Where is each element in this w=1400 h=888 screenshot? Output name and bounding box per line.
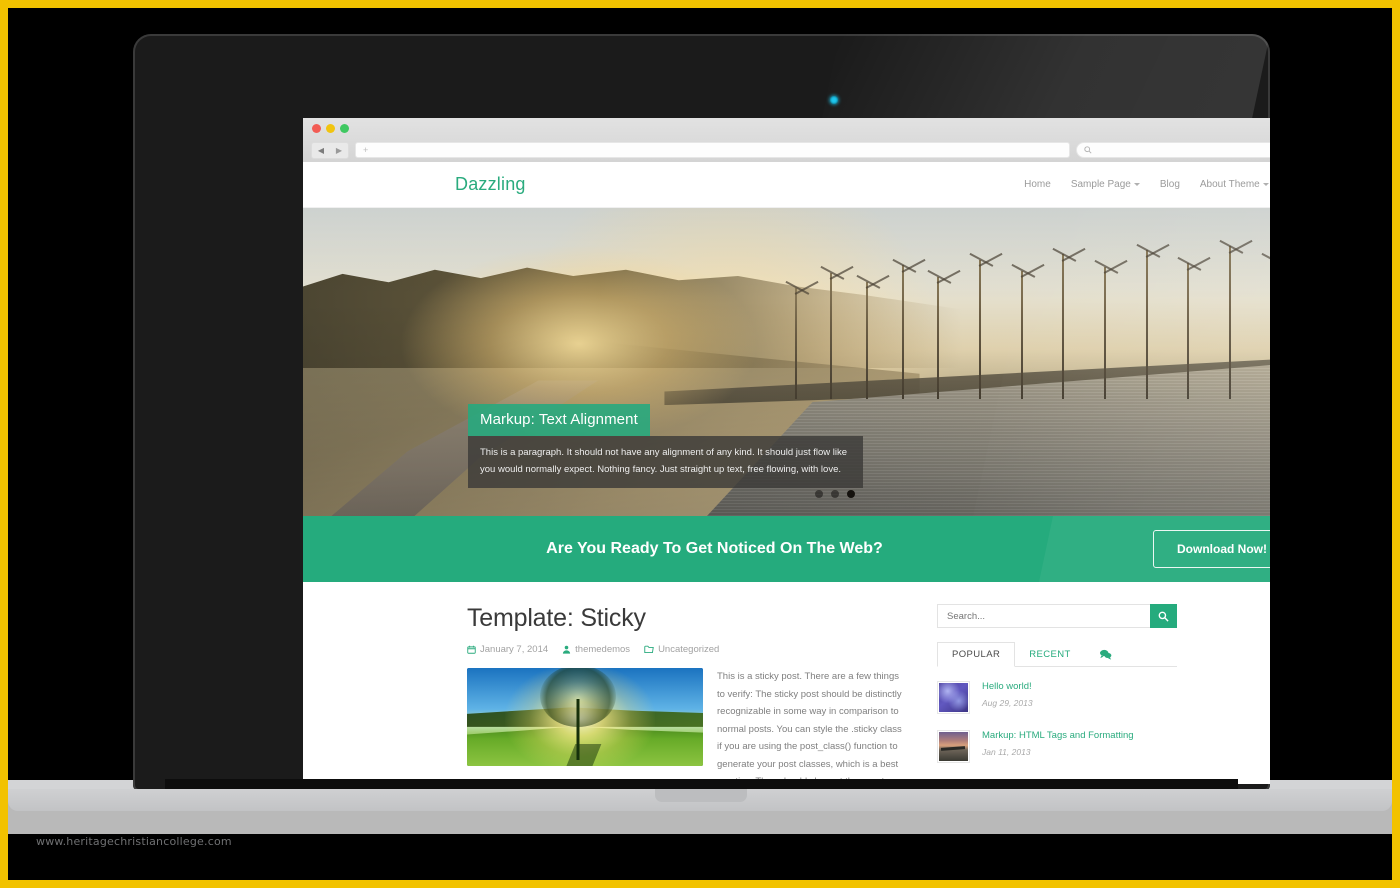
tab-popular[interactable]: POPULAR [937, 642, 1016, 667]
list-item-date: Jan 11, 2013 [982, 747, 1031, 758]
back-arrow-icon[interactable]: ◀ [312, 143, 330, 158]
slide-description: This is a paragraph. It should not have … [468, 436, 863, 489]
post-meta: January 7, 2014 themedemos Uncategorized [467, 644, 909, 655]
post-category: Uncategorized [644, 644, 719, 655]
laptop-notch [655, 789, 747, 802]
browser-chrome: ◀ ▶ + [303, 118, 1270, 162]
slider-dot-1[interactable] [814, 490, 823, 498]
download-now-button[interactable]: Download Now! [1153, 530, 1270, 568]
list-item-date: Aug 29, 2013 [982, 698, 1033, 709]
post-date-label: January 7, 2014 [480, 644, 549, 655]
nav-buttons[interactable]: ◀ ▶ [311, 141, 349, 159]
nav-label: Home [1024, 179, 1051, 190]
slider-dot-2[interactable] [830, 490, 839, 498]
site-header: Dazzling Home Sample Page Blog About The… [303, 162, 1270, 208]
list-item-meta: Hello world! Aug 29, 2013 [982, 681, 1177, 714]
nav-label: About Theme [1199, 179, 1260, 190]
sunset-plane-thumb [939, 732, 968, 761]
browser-search-input[interactable] [1076, 142, 1270, 158]
maximize-button[interactable] [340, 124, 349, 133]
post-thumbnail[interactable] [937, 730, 970, 763]
post-date: January 7, 2014 [467, 644, 548, 655]
window-controls[interactable] [312, 124, 349, 133]
url-value: + [363, 145, 369, 155]
slide-title[interactable]: Markup: Text Alignment [468, 404, 650, 436]
sidebar-tabs: POPULAR RECENT [937, 642, 1177, 667]
webcam-icon [830, 96, 838, 104]
list-item[interactable]: Markup: HTML Tags and Formatting Jan 11,… [937, 730, 1177, 763]
list-item[interactable]: Hello world! Aug 29, 2013 [937, 681, 1177, 714]
minimize-button[interactable] [326, 124, 335, 133]
comments-icon [1099, 649, 1112, 660]
hero-slider[interactable]: Markup: Text Alignment This is a paragra… [303, 208, 1270, 516]
post-thumbnail[interactable] [937, 681, 970, 714]
main-navigation: Home Sample Page Blog About Theme Level … [1024, 179, 1270, 190]
purple-abstract-thumb [939, 683, 968, 712]
nav-label: Blog [1159, 179, 1180, 190]
nav-item-about-theme[interactable]: About Theme [1200, 179, 1269, 190]
main-column: Template: Sticky January 7, 2014 themede… [339, 604, 909, 784]
slide-caption: Markup: Text Alignment This is a paragra… [468, 404, 863, 489]
browser-toolbar: ◀ ▶ + [303, 138, 1270, 162]
cta-banner: Are You Ready To Get Noticed On The Web?… [303, 516, 1270, 582]
user-icon [562, 645, 571, 654]
cta-headline: Are You Ready To Get Noticed On The Web? [546, 540, 883, 557]
post-category-label[interactable]: Uncategorized [658, 644, 719, 655]
post-excerpt: This is a sticky post. There are a few t… [717, 671, 902, 784]
sidebar: POPULAR RECENT [937, 604, 1177, 784]
post-featured-image[interactable] [467, 668, 703, 766]
tab-comments[interactable] [1085, 642, 1126, 666]
list-item-meta: Markup: HTML Tags and Formatting Jan 11,… [982, 730, 1177, 763]
tab-recent[interactable]: RECENT [1015, 642, 1084, 666]
close-button[interactable] [312, 124, 321, 133]
sidebar-search [937, 604, 1177, 628]
slider-dot-3[interactable] [846, 490, 855, 498]
hero-trees [771, 208, 1270, 399]
nav-item-home[interactable]: Home [1024, 179, 1051, 190]
site-logo[interactable]: Dazzling [455, 174, 526, 195]
folder-icon [644, 645, 654, 654]
calendar-icon [467, 645, 476, 654]
forward-arrow-icon[interactable]: ▶ [330, 143, 348, 158]
page-title: Template: Sticky [467, 604, 646, 632]
chevron-down-icon [1133, 183, 1140, 186]
watermark: www.heritagechristiancollege.com [36, 835, 232, 848]
nav-label: Sample Page [1070, 179, 1131, 190]
content-area: Template: Sticky January 7, 2014 themede… [303, 582, 1270, 784]
list-item-title[interactable]: Hello world! [982, 681, 1177, 693]
search-button[interactable] [1150, 604, 1177, 628]
browser-window: ◀ ▶ + Dazzling Home Sample Page Blog Abo… [303, 118, 1270, 784]
url-input[interactable]: + [355, 142, 1070, 158]
sidebar-post-list: Hello world! Aug 29, 2013 Markup: HTML T… [937, 681, 1177, 763]
post-author: themedemos [562, 644, 630, 655]
search-icon [1158, 611, 1169, 622]
nav-item-sample-page[interactable]: Sample Page [1071, 179, 1140, 190]
slider-pagination[interactable] [814, 490, 855, 498]
search-input[interactable] [937, 604, 1150, 628]
chevron-down-icon [1262, 183, 1269, 186]
nav-item-blog[interactable]: Blog [1160, 179, 1180, 190]
laptop-lid: ◀ ▶ + Dazzling Home Sample Page Blog Abo… [133, 34, 1270, 791]
list-item-title[interactable]: Markup: HTML Tags and Formatting [982, 730, 1177, 742]
post-author-label[interactable]: themedemos [575, 644, 630, 655]
search-icon [1084, 146, 1092, 154]
post-body: This is a sticky post. There are a few t… [467, 668, 909, 784]
